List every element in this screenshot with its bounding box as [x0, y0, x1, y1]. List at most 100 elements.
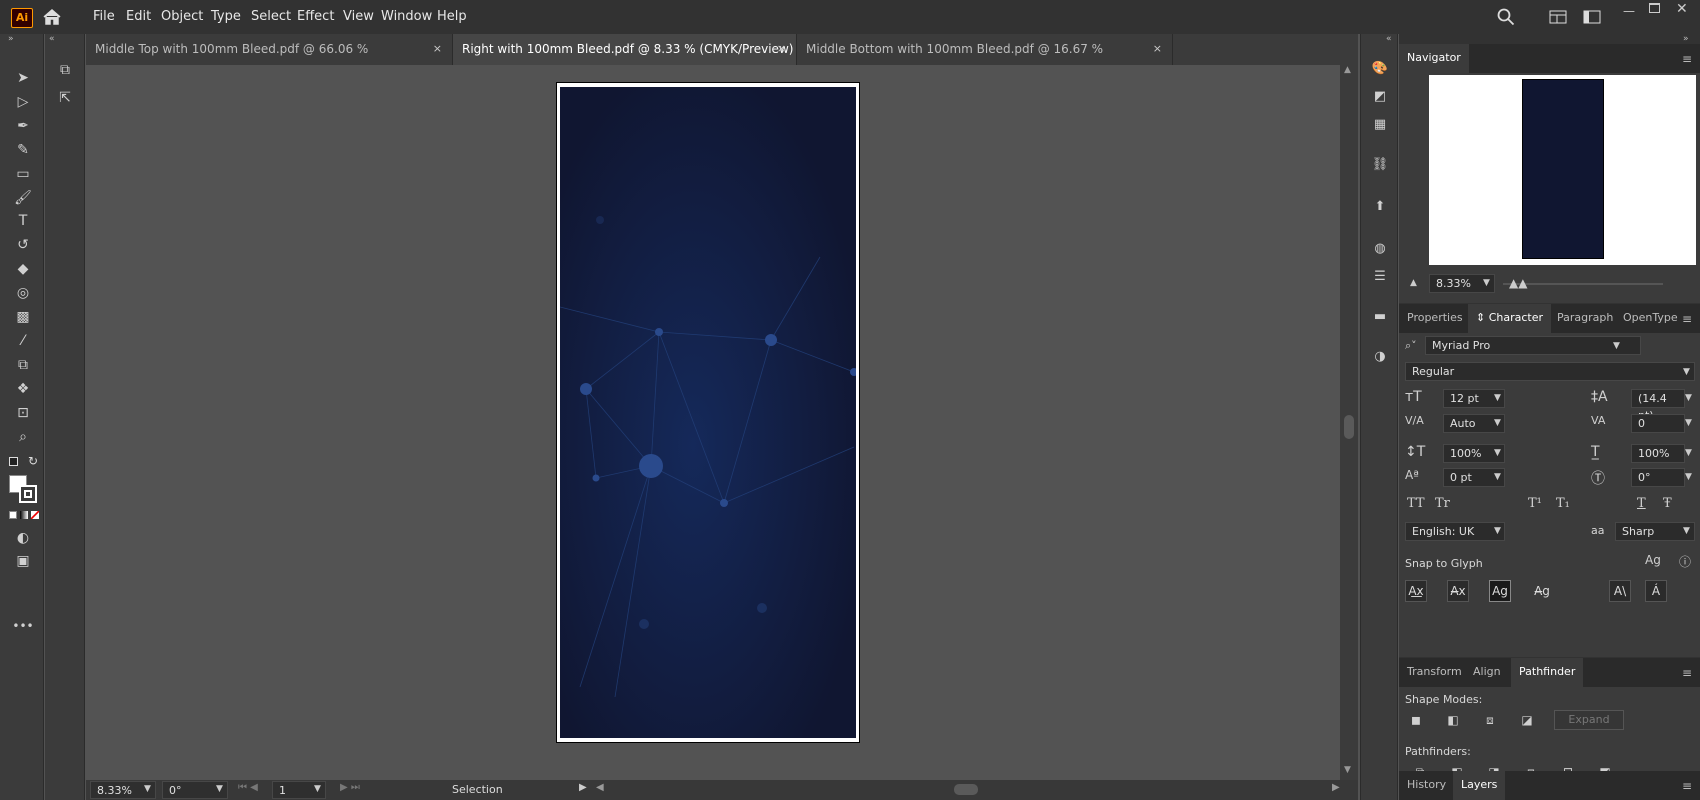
links-icon[interactable]: ⛓ [1371, 156, 1389, 174]
tab-transform[interactable]: Transform [1399, 658, 1470, 687]
zoom-tool-icon[interactable]: ⌕ [12, 428, 34, 446]
chevron-down-icon[interactable]: ▼ [1494, 418, 1501, 428]
scroll-right-icon[interactable]: ▶ [1332, 782, 1340, 793]
underline-button[interactable]: T [1637, 496, 1646, 511]
chevron-down-icon[interactable]: ▼ [1483, 278, 1490, 288]
expand-button[interactable]: Expand [1554, 710, 1624, 730]
chevron-down-icon[interactable]: ▼ [1685, 448, 1692, 458]
collapse-toolbar-icon[interactable]: » [8, 34, 14, 44]
tab-history[interactable]: History [1399, 771, 1454, 800]
blend-tool-icon[interactable]: ⧉ [12, 356, 34, 374]
artboards-icon[interactable]: ⧉ [54, 61, 76, 79]
font-search-icon[interactable]: ⌕˅ [1405, 339, 1417, 353]
artwork-background[interactable] [560, 87, 856, 738]
exclude-icon[interactable]: ◪ [1518, 713, 1536, 729]
scroll-left-icon[interactable]: ◀ [596, 782, 604, 793]
symbol-sprayer-tool-icon[interactable]: ❖ [12, 380, 34, 398]
font-family-field[interactable]: Myriad Pro [1425, 336, 1641, 355]
angular-guides-icon[interactable]: A\ [1609, 580, 1631, 602]
stroke-swatch[interactable] [19, 485, 37, 503]
menu-object[interactable]: Object [161, 9, 203, 24]
close-tab-icon[interactable]: × [1153, 34, 1162, 64]
minus-front-icon[interactable]: ◧ [1444, 713, 1462, 729]
vertical-scrollbar[interactable]: ▲ ▼ [1340, 65, 1358, 780]
chevron-down-icon[interactable]: ▼ [144, 784, 151, 794]
strikethrough-button[interactable]: Ŧ [1663, 496, 1672, 511]
eyedropper-tool-icon[interactable]: ⁄ [12, 332, 34, 350]
chevron-down-icon[interactable]: ▼ [1685, 418, 1692, 428]
draw-mode-icon[interactable]: ◐ [12, 529, 34, 547]
maximize-icon[interactable] [1649, 3, 1660, 13]
collapse-panels-icon[interactable]: « [1386, 34, 1392, 44]
small-caps-button[interactable]: Tr [1435, 496, 1450, 511]
collapse-panel-icon[interactable]: « [49, 34, 55, 44]
chevron-down-icon[interactable]: ▼ [1683, 526, 1690, 536]
navigator-preview[interactable] [1429, 75, 1696, 265]
snap-x-height-icon[interactable]: A̶x [1447, 580, 1469, 602]
artboard[interactable] [556, 82, 860, 743]
zoom-out-mountain-icon[interactable]: ▲ [1410, 278, 1417, 288]
color-panel-icon[interactable]: 🎨 [1371, 60, 1389, 78]
snap-baseline-icon[interactable]: A͟x [1405, 580, 1427, 602]
stroke-panel-icon[interactable]: ☰ [1371, 268, 1389, 286]
gradient-mode-icon[interactable] [20, 511, 28, 519]
swap-colors-icon[interactable]: ↻ [28, 454, 38, 468]
tab-middle-top[interactable]: Middle Top with 100mm Bleed.pdf @ 66.06 … [86, 34, 453, 86]
horizontal-scale-field[interactable]: 100% [1631, 444, 1685, 463]
screen-mode-icon[interactable]: ▣ [12, 552, 34, 570]
appearance-icon[interactable]: ◍ [1371, 240, 1389, 258]
color-guide-icon[interactable]: ◩ [1371, 88, 1389, 106]
tab-align[interactable]: Align [1465, 658, 1509, 687]
chevron-down-icon[interactable]: ▼ [1494, 472, 1501, 482]
eraser-tool-icon[interactable]: ◆ [12, 260, 34, 278]
pen-tool-icon[interactable]: ✒ [12, 117, 34, 135]
color-mode-icon[interactable] [9, 511, 17, 519]
collapse-right-icon[interactable]: » [1683, 34, 1689, 44]
info-icon[interactable]: ⓘ [1679, 553, 1691, 570]
all-caps-button[interactable]: TT [1407, 496, 1425, 511]
status-menu-icon[interactable]: ▶ [579, 782, 587, 793]
gradient-panel-icon[interactable]: ▬ [1371, 308, 1389, 326]
transparency-icon[interactable]: ◑ [1371, 348, 1389, 366]
asset-export-icon[interactable]: ⬆ [1371, 198, 1389, 216]
zoom-in-mountain-icon[interactable]: ▲▲ [1509, 276, 1527, 290]
warp-tool-icon[interactable]: ◎ [12, 284, 34, 302]
tab-pathfinder[interactable]: Pathfinder [1511, 658, 1584, 687]
horizontal-scroll-thumb[interactable] [954, 784, 978, 795]
panel-menu-icon[interactable]: ≡ [1682, 52, 1692, 66]
gradient-tool-icon[interactable]: ▩ [12, 308, 34, 326]
language-select[interactable]: English: UK [1405, 522, 1505, 541]
chevron-down-icon[interactable]: ▼ [1494, 526, 1501, 536]
menu-help[interactable]: Help [437, 9, 467, 24]
more-tools-icon[interactable]: ••• [12, 617, 34, 635]
tab-properties[interactable]: Properties [1399, 304, 1471, 333]
superscript-button[interactable]: T¹ [1528, 496, 1542, 511]
tab-paragraph[interactable]: Paragraph [1549, 304, 1621, 333]
panel-menu-icon[interactable]: ≡ [1682, 666, 1692, 680]
home-icon[interactable] [42, 8, 62, 26]
chevron-down-icon[interactable]: ▼ [1494, 393, 1501, 403]
scroll-up-icon[interactable]: ▲ [1344, 65, 1351, 75]
close-icon[interactable]: ✕ [1676, 1, 1688, 17]
snap-proximity-icon[interactable]: A̶g [1531, 580, 1553, 602]
direct-selection-tool-icon[interactable]: ▷ [12, 93, 34, 111]
export-icon[interactable]: ⇱ [54, 89, 76, 107]
close-tab-icon[interactable]: × [433, 34, 442, 64]
selection-tool-icon[interactable]: ➤ [12, 69, 34, 87]
tab-character[interactable]: ⇕ Character [1468, 304, 1552, 333]
chevron-down-icon[interactable]: ▼ [216, 784, 223, 794]
leading-field[interactable]: (14.4 pt) [1631, 389, 1685, 422]
rotate-tool-icon[interactable]: ↺ [12, 236, 34, 254]
chevron-down-icon[interactable]: ▼ [1494, 448, 1501, 458]
chevron-down-icon[interactable]: ▼ [1683, 367, 1690, 377]
menu-effect[interactable]: Effect [297, 9, 334, 24]
arrange-documents-icon[interactable] [1549, 10, 1567, 27]
curvature-tool-icon[interactable]: ✎ [12, 141, 34, 159]
artboard-nav-next-last-icon[interactable]: ▶ ⏭ [340, 782, 360, 793]
menu-type[interactable]: Type [211, 9, 241, 24]
menu-select[interactable]: Select [251, 9, 291, 24]
default-colors-icon[interactable] [9, 457, 18, 466]
panel-menu-icon[interactable]: ≡ [1682, 312, 1692, 326]
artboard-nav-first-prev-icon[interactable]: ⏮ ◀ [238, 782, 258, 793]
chevron-down-icon[interactable]: ▼ [1613, 341, 1620, 351]
